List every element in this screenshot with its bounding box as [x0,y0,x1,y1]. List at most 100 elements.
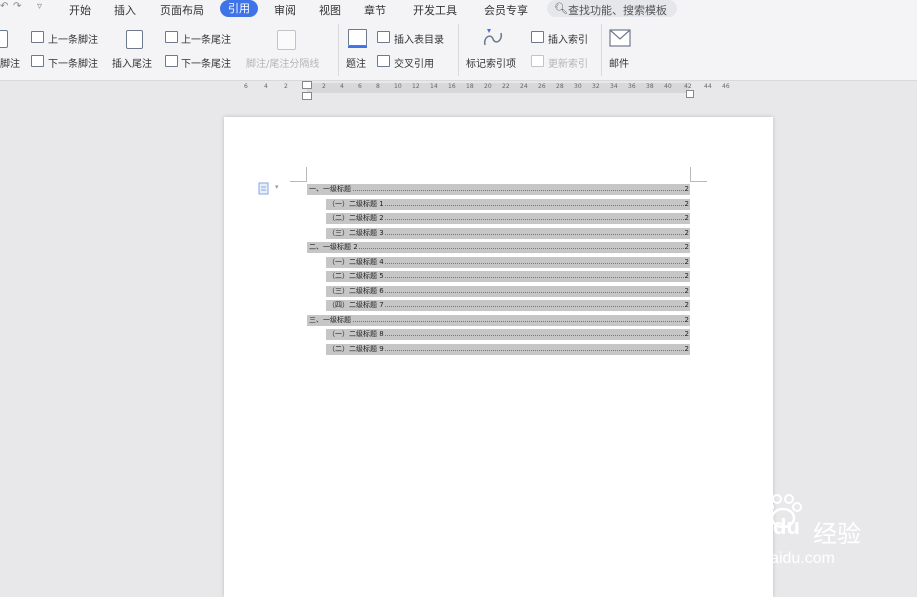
ruler-tick: 30 [574,83,582,90]
prev-endnote-button[interactable]: 上一条尾注 [181,31,231,46]
insert-footnote-button[interactable]: 脚注 [0,55,20,70]
toc-leader-dots [309,321,684,322]
toc-entry-text: 二、一级标题 2 [309,242,359,253]
ruler-tick: 42 [684,83,692,90]
toc-entry-level1[interactable]: 二、一级标题 2 2 [307,242,690,253]
search-input[interactable]: 查找功能、搜索模板 [568,2,667,18]
menu-item-insert[interactable]: 插入 [114,2,136,18]
undo-icon[interactable]: ↶ [0,1,8,12]
ruler-tick: 38 [646,83,654,90]
prev-endnote-icon[interactable] [165,31,178,43]
menu-item-references[interactable]: 引用 [220,0,258,17]
menu-item-page-layout[interactable]: 页面布局 [160,2,204,18]
next-footnote-button[interactable]: 下一条脚注 [48,55,98,70]
watermark-brand-du: du [773,514,800,539]
ruler-tick: 34 [610,83,618,90]
toc-entry-text: （三）二级标题 3 [328,228,385,239]
watermark-url: jingyan.baidu.com [706,550,835,567]
ruler-tick: 28 [556,83,564,90]
update-index-icon [531,55,544,67]
toc-entry-level2[interactable]: （四）二级标题 7 2 [326,300,690,311]
toc-entry-level2[interactable]: （一）二级标题 8 2 [326,329,690,340]
prev-footnote-button[interactable]: 上一条脚注 [48,31,98,46]
watermark-suffix: 经验 [813,520,861,548]
next-footnote-icon[interactable] [31,55,44,67]
toc-entry-level1[interactable]: 三、一级标题 2 [307,315,690,326]
next-endnote-button[interactable]: 下一条尾注 [181,55,231,70]
ruler-tick: 40 [664,83,672,90]
insert-index-button[interactable]: 插入索引 [548,31,588,46]
ruler-tick: 44 [704,83,712,90]
cross-reference-button[interactable]: 交叉引用 [394,55,434,70]
mail-icon[interactable] [609,29,631,47]
toc-entry-level2[interactable]: （三）二级标题 6 2 [326,286,690,297]
toc-page-number: 2 [684,271,689,282]
watermark: Bai du 经验 jingyan.baidu.com [703,492,883,572]
first-line-indent-marker[interactable] [302,81,312,89]
cross-reference-icon[interactable] [377,55,390,67]
insert-endnote-icon[interactable] [126,30,143,49]
toc-entry-text: 三、一级标题 [309,315,352,326]
toc-page-number: 2 [684,329,689,340]
toc-entry-level2[interactable]: （一）二级标题 1 2 [326,199,690,210]
ruler-tick: 14 [430,83,438,90]
caption-button[interactable]: 题注 [346,55,366,70]
toc-dropdown-icon[interactable]: ▾ [275,183,279,191]
insert-footnote-icon[interactable] [0,30,8,48]
menu-item-developer[interactable]: 开发工具 [413,2,457,18]
ribbon-divider [458,24,459,76]
next-endnote-icon[interactable] [165,55,178,67]
mark-index-entry-button[interactable]: 标记索引项 [466,55,516,70]
prev-footnote-icon[interactable] [31,31,44,43]
toc-entry-level2[interactable]: （二）二级标题 5 2 [326,271,690,282]
menu-bar [0,0,917,19]
toc-entry-level2[interactable]: （一）二级标题 4 2 [326,257,690,268]
toc-entry-text: （一）二级标题 4 [328,257,385,268]
ruler-tick: 20 [484,83,492,90]
ruler-tick: 10 [394,83,402,90]
toc-page-number: 2 [684,315,689,326]
menu-item-member[interactable]: 会员专享 [484,2,528,18]
toc-page-number: 2 [684,242,689,253]
toc-leader-dots [309,190,684,191]
toc-page-number: 2 [684,228,689,239]
menu-item-chapter[interactable]: 章节 [364,2,386,18]
toc-entry-text: （二）二级标题 9 [328,344,385,355]
toc-entry-level1[interactable]: 一、一级标题 2 [307,184,690,195]
ruler-tick: 18 [466,83,474,90]
toc-handle-icon[interactable] [258,182,269,195]
toc-entry-level2[interactable]: （三）二级标题 3 2 [326,228,690,239]
left-indent-marker[interactable] [302,92,312,100]
toc-page-number: 2 [684,344,689,355]
toc-entry-level2[interactable]: （二）二级标题 9 2 [326,344,690,355]
menu-item-home[interactable]: 开始 [69,2,91,18]
ruler-tick: 36 [628,83,636,90]
ruler-tick: 32 [592,83,600,90]
right-indent-marker[interactable] [686,90,694,98]
toc-entry-text: （二）二级标题 2 [328,213,385,224]
toc-leader-dots [309,248,684,249]
insert-index-icon[interactable] [531,31,544,43]
note-separator-button: 脚注/尾注分隔线 [246,59,320,70]
insert-endnote-button[interactable]: 插入尾注 [112,55,152,70]
ruler-tick: 8 [376,83,380,90]
toc-entry-text: 一、一级标题 [309,184,352,195]
insert-table-of-figures-icon[interactable] [377,31,390,43]
mark-index-entry-icon[interactable] [481,27,505,49]
note-separator-icon [277,30,296,50]
toc-page-number: 2 [684,213,689,224]
ruler-tick: 22 [502,83,510,90]
insert-table-of-figures-button[interactable]: 插入表目录 [394,31,444,46]
search-icon: 🔍︎ [554,2,568,15]
toc-entry-level2[interactable]: （二）二级标题 2 2 [326,213,690,224]
mail-button[interactable]: 邮件 [609,55,629,70]
caption-icon[interactable] [348,29,367,46]
toc-page-number: 2 [684,184,689,195]
ruler-tick: 16 [448,83,456,90]
menu-item-review[interactable]: 审阅 [274,2,296,18]
toc-page-number: 2 [684,286,689,297]
toc-entry-text: （二）二级标题 5 [328,271,385,282]
redo-icon[interactable]: ↷ [13,1,21,12]
quick-access-dropdown-icon[interactable]: ▿ [37,1,42,12]
menu-item-view[interactable]: 视图 [319,2,341,18]
